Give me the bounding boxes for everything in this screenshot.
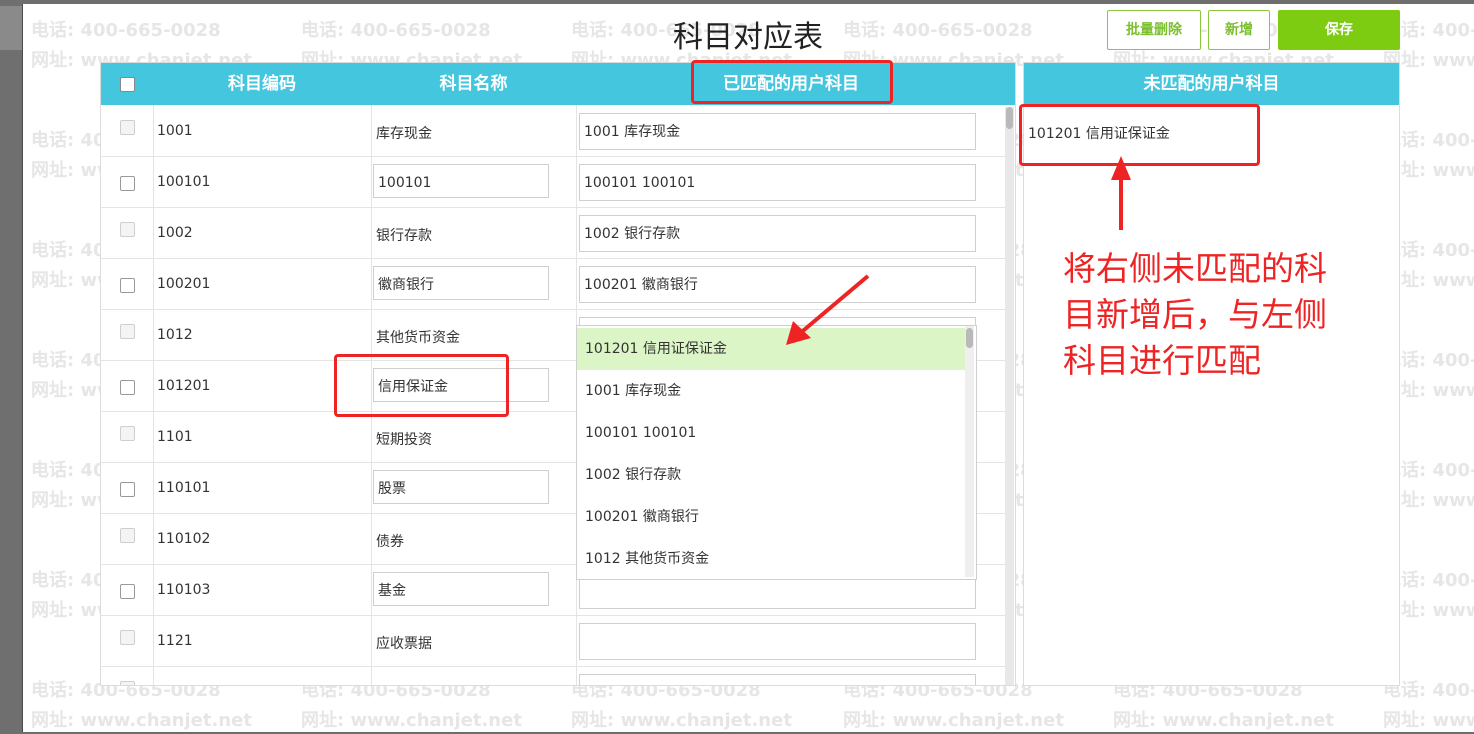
background-tab — [0, 6, 22, 50]
annotation-text: 将右侧未匹配的科 目新增后，与左侧 科目进行匹配 — [1063, 246, 1327, 384]
diagonal-arrow-icon — [796, 274, 870, 337]
annotation-line-1: 将右侧未匹配的科 — [1063, 249, 1327, 288]
account-mapping-dialog: 电话: 400-665-0028 网址: www.chanjet.net 电话: 4… — [22, 4, 1474, 732]
background-overlay — [0, 0, 22, 734]
arrowhead-icon — [1111, 156, 1131, 180]
annotation-line-2: 目新增后，与左侧 — [1063, 295, 1327, 334]
annotation-line-3: 科目进行匹配 — [1063, 341, 1261, 380]
